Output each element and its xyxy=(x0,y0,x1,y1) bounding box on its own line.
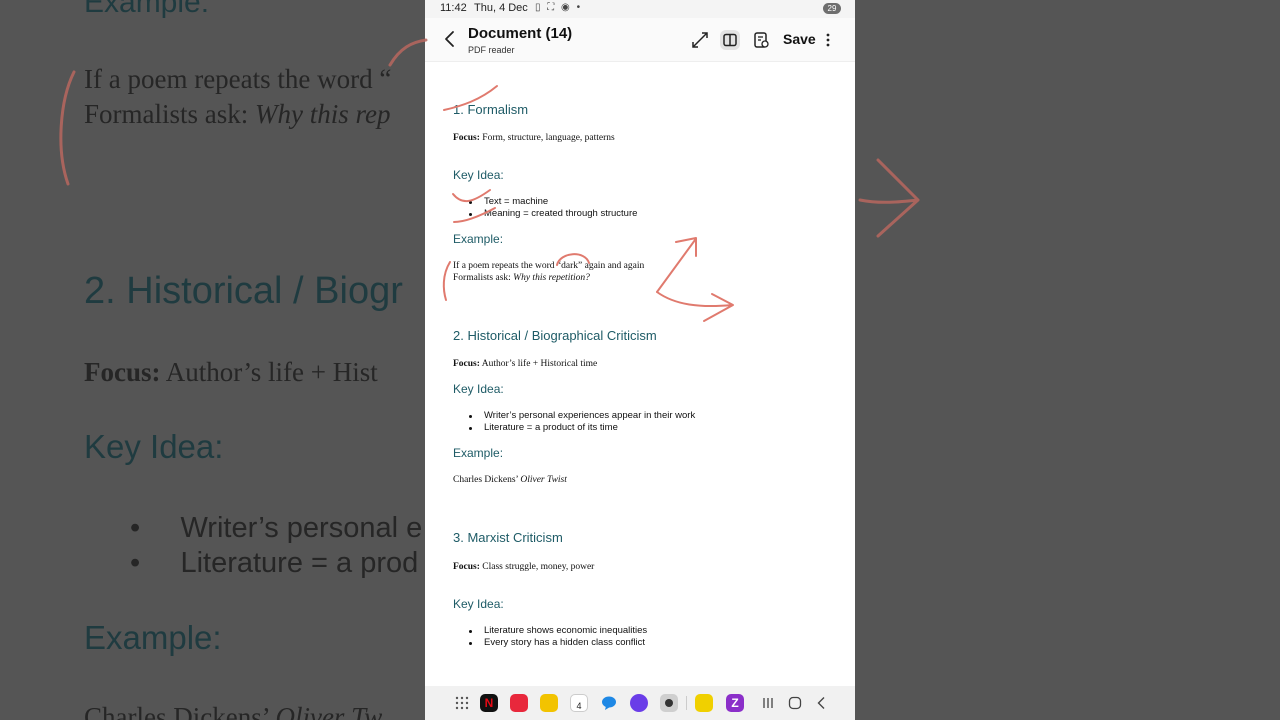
document-title: Document (14) xyxy=(468,25,573,42)
app-bar: Document (14) PDF reader Save xyxy=(425,18,855,62)
pdf-reader-window: 11:42 Thu, 4 Dec ▯ ⛶ ◉ • 29 Document (14… xyxy=(425,0,855,720)
bg-bullet-1: • Writer’s personal e xyxy=(130,512,423,544)
bg-example-label: Example: xyxy=(84,0,210,19)
talabat-app-icon[interactable] xyxy=(695,694,713,712)
section-1-example-label: Example: xyxy=(453,232,504,246)
camera-app-icon[interactable] xyxy=(660,694,678,712)
list-item: Text = machine xyxy=(469,196,637,208)
status-bar: 11:42 Thu, 4 Dec ▯ ⛶ ◉ • 29 xyxy=(425,0,855,18)
back-arrow-icon[interactable] xyxy=(443,30,457,48)
page-edit-icon[interactable] xyxy=(751,30,771,50)
list-item: Writer’s personal experiences appear in … xyxy=(469,410,695,422)
section-1-bullets: Text = machine Meaning = created through… xyxy=(469,196,637,220)
battery-icon: 29 xyxy=(823,3,841,14)
netflix-app-icon[interactable]: N xyxy=(480,694,498,712)
section-1-example-line2: Formalists ask: Why this repetition? xyxy=(453,273,590,283)
calendar-app-icon[interactable]: 4 xyxy=(570,694,588,712)
recent-apps-icon[interactable] xyxy=(761,696,775,710)
book-view-icon[interactable] xyxy=(720,30,740,50)
section-1-key-idea: Key Idea: xyxy=(453,168,504,182)
section-2-focus: Focus: Author’s life + Historical time xyxy=(453,359,598,369)
bg-key-idea: Key Idea: xyxy=(84,428,224,465)
section-3-bullets: Literature shows economic inequalities E… xyxy=(469,625,647,649)
more-options-icon[interactable] xyxy=(823,30,833,50)
section-2-example: Charles Dickens’ Oliver Twist xyxy=(453,475,567,485)
status-notification-icons: ▯ ⛶ ◉ • xyxy=(535,2,583,13)
bg-heading-2: 2. Historical / Biogr xyxy=(84,270,403,312)
section-3-heading: 3. Marxist Criticism xyxy=(453,530,563,545)
document-subtitle: PDF reader xyxy=(468,45,515,55)
zapp-app-icon[interactable]: Z xyxy=(726,694,744,712)
messages-app-icon[interactable] xyxy=(600,694,618,712)
browser-app-icon[interactable] xyxy=(630,694,648,712)
taskbar: N 4 Z xyxy=(425,686,855,720)
bg-dickens: Charles Dickens’ Oliver Tw xyxy=(84,702,383,720)
section-2-bullets: Writer’s personal experiences appear in … xyxy=(469,410,695,434)
bg-focus: Focus: Author’s life + Hist xyxy=(84,357,378,387)
section-3-key-idea: Key Idea: xyxy=(453,597,504,611)
save-button[interactable]: Save xyxy=(783,31,816,47)
bg-bullet-2: • Literature = a prod xyxy=(130,547,419,579)
dock-divider xyxy=(686,696,687,710)
nav-back-icon[interactable] xyxy=(815,696,829,710)
list-item: Every story has a hidden class conflict xyxy=(469,637,647,649)
list-item: Literature = a product of its time xyxy=(469,422,695,434)
bg-example-line1: If a poem repeats the word “ xyxy=(84,64,392,94)
home-icon[interactable] xyxy=(788,696,802,710)
section-2-key-idea: Key Idea: xyxy=(453,382,504,396)
expand-icon[interactable] xyxy=(690,30,710,50)
list-item: Literature shows economic inequalities xyxy=(469,625,647,637)
section-1-heading: 1. Formalism xyxy=(453,102,529,117)
section-1-example-line1: If a poem repeats the word “dark” again … xyxy=(453,261,645,271)
status-date: Thu, 4 Dec xyxy=(474,2,528,14)
list-item: Meaning = created through structure xyxy=(469,208,637,220)
section-3-focus: Focus: Class struggle, money, power xyxy=(453,562,595,572)
notes-app-icon[interactable] xyxy=(510,694,528,712)
bg-example-line2: Formalists ask: Why this rep xyxy=(84,99,391,129)
section-2-example-label: Example: xyxy=(453,446,504,460)
apps-grid-icon[interactable] xyxy=(455,696,469,710)
pdf-page[interactable]: 1. Formalism Focus: Form, structure, lan… xyxy=(425,62,855,686)
section-2-heading: 2. Historical / Biographical Criticism xyxy=(453,328,657,343)
status-time: 11:42 xyxy=(440,2,467,14)
section-1-focus: Focus: Form, structure, language, patter… xyxy=(453,133,615,143)
bg-example-2: Example: xyxy=(84,619,222,656)
folder-app-icon[interactable] xyxy=(540,694,558,712)
